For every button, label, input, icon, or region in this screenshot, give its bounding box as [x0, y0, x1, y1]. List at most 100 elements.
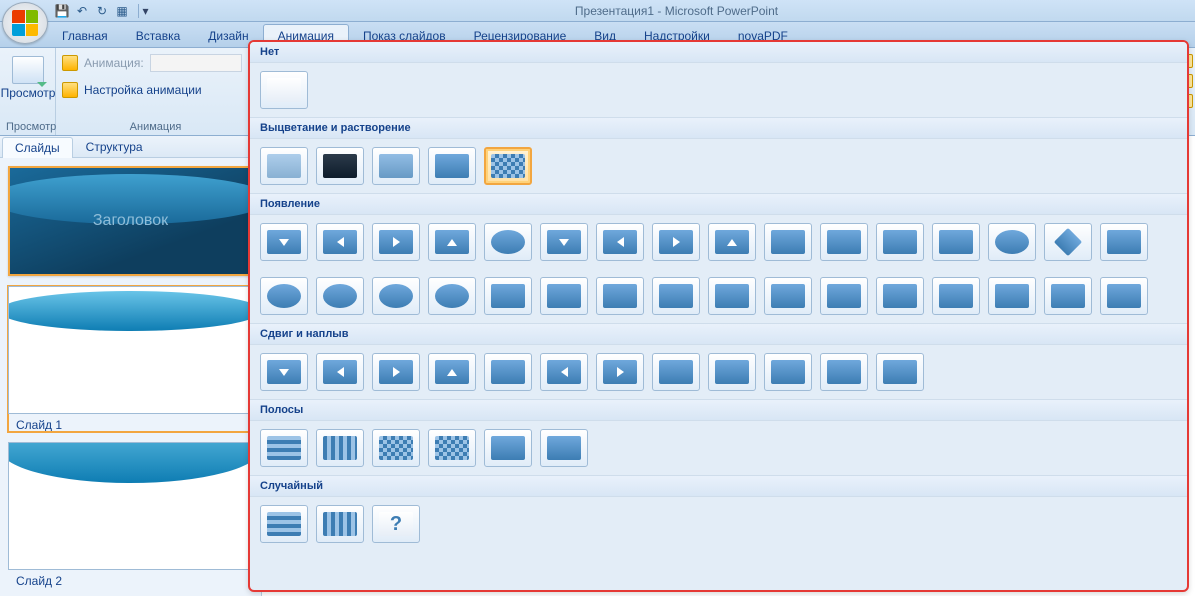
transition-split-v-out[interactable] [932, 223, 980, 261]
transition-comb-h[interactable] [1044, 277, 1092, 315]
panel-tab-outline[interactable]: Структура [73, 136, 156, 157]
group-preview: Просмотр Просмотр [0, 48, 56, 135]
slides-list[interactable]: Заголовок Слайд 1 Слайд 2 [0, 158, 261, 596]
group-animation: Анимация: Настройка анимации Анимация [56, 48, 256, 135]
section-fade-header: Выцветание и растворение [250, 117, 1187, 139]
transition-box-left[interactable] [596, 223, 644, 261]
transition-uncover-lu[interactable] [764, 277, 812, 315]
undo-icon[interactable]: ↶ [74, 3, 90, 19]
preview-button-label: Просмотр [1, 86, 56, 100]
transition-uncover-down[interactable] [484, 277, 532, 315]
transition-wheel-4[interactable] [372, 277, 420, 315]
transition-wheel-1[interactable] [484, 223, 532, 261]
section-push-header: Сдвиг и наплыв [250, 323, 1187, 345]
transition-checker-across[interactable] [372, 429, 420, 467]
transition-cover-rd[interactable] [820, 353, 868, 391]
tab-insert[interactable]: Вставка [122, 25, 195, 47]
slide-panel-tabs: Слайды Структура × [0, 136, 261, 158]
transition-box-up[interactable] [708, 223, 756, 261]
transition-cut-black[interactable] [428, 147, 476, 185]
section-random-header: Случайный [250, 475, 1187, 497]
transition-uncover-up[interactable] [652, 277, 700, 315]
editor-area: 6 Нет Выцветание и растворение [262, 136, 1195, 596]
preview-icon [12, 56, 44, 84]
transition-blinds-h[interactable] [932, 277, 980, 315]
transition-cover-ld[interactable] [708, 353, 756, 391]
transition-checker-down[interactable] [428, 429, 476, 467]
transition-cover-down[interactable] [484, 353, 532, 391]
transition-random[interactable]: ? [372, 505, 420, 543]
transition-wheel-2[interactable] [260, 277, 308, 315]
transition-wipe-up[interactable] [428, 223, 476, 261]
save-icon[interactable]: 💾 [54, 3, 70, 19]
panel-tab-slides[interactable]: Слайды [2, 137, 73, 158]
transition-box-in[interactable] [540, 223, 588, 261]
office-logo-icon [12, 10, 38, 36]
animate-select[interactable] [150, 54, 242, 72]
slide-title-text: Заголовок [93, 212, 168, 230]
slide-caption-1: Слайд 1 [8, 414, 253, 432]
transition-shape-circle[interactable] [988, 223, 1036, 261]
section-none-header: Нет [250, 42, 1187, 63]
slide-card-1[interactable]: Слайд 1 [8, 286, 253, 432]
transition-bars-v[interactable] [316, 429, 364, 467]
transition-push-left[interactable] [316, 353, 364, 391]
transition-blinds-v[interactable] [988, 277, 1036, 315]
transition-wheel-3[interactable] [316, 277, 364, 315]
transition-split-h-in[interactable] [764, 223, 812, 261]
transition-none[interactable] [260, 71, 308, 109]
transition-shape-diamond[interactable] [1044, 223, 1092, 261]
transition-uncover-right[interactable] [596, 277, 644, 315]
transition-box-right[interactable] [652, 223, 700, 261]
slide-card-2[interactable]: Слайд 2 [8, 442, 253, 588]
workspace: Слайды Структура × Заголовок Слайд 1 Сла… [0, 136, 1195, 596]
transition-cover-lu[interactable] [764, 353, 812, 391]
slide-caption-2: Слайд 2 [8, 570, 253, 588]
transition-uncover-left[interactable] [540, 277, 588, 315]
qat-customize-icon[interactable]: ▾ [138, 4, 152, 18]
animate-label: Анимация: [84, 56, 144, 70]
transition-wipe-right[interactable] [372, 223, 420, 261]
transition-wipe-down[interactable] [260, 223, 308, 261]
transition-split-h-out[interactable] [820, 223, 868, 261]
preview-button[interactable]: Просмотр [6, 52, 50, 104]
transition-split-v-in[interactable] [876, 223, 924, 261]
transition-cover-up[interactable] [652, 353, 700, 391]
transition-wheel-8[interactable] [428, 277, 476, 315]
transition-newsflash[interactable] [1100, 277, 1148, 315]
tab-home[interactable]: Главная [48, 25, 122, 47]
transition-bars-h[interactable] [260, 429, 308, 467]
section-wipe-header: Появление [250, 193, 1187, 215]
redo-icon[interactable]: ↻ [94, 3, 110, 19]
transition-uncover-ru[interactable] [876, 277, 924, 315]
transition-comb-h2[interactable] [484, 429, 532, 467]
custom-animation-button[interactable]: Настройка анимации [84, 83, 202, 97]
transition-uncover-rd[interactable] [820, 277, 868, 315]
transition-uncover-ld[interactable] [708, 277, 756, 315]
transition-fade-smooth[interactable] [260, 147, 308, 185]
transition-random-bars-h[interactable] [260, 505, 308, 543]
transition-shape-plus[interactable] [1100, 223, 1148, 261]
new-slide-icon[interactable]: ▦ [114, 3, 130, 19]
quick-access-toolbar: 💾 ↶ ↻ ▦ ▾ [48, 0, 158, 21]
transition-cover-ru[interactable] [876, 353, 924, 391]
transition-fade-black[interactable] [316, 147, 364, 185]
office-button[interactable] [2, 2, 48, 44]
transition-cut[interactable] [372, 147, 420, 185]
transition-random-bars-v[interactable] [316, 505, 364, 543]
slide-thumb-current[interactable]: Заголовок [8, 166, 253, 276]
animate-icon [62, 55, 78, 71]
transition-push-right[interactable] [372, 353, 420, 391]
transition-cover-left[interactable] [540, 353, 588, 391]
window-title: Презентация1 - Microsoft PowerPoint [158, 4, 1195, 18]
transition-gallery-popup[interactable]: Нет Выцветание и растворение Появление [248, 40, 1189, 592]
slide-panel: Слайды Структура × Заголовок Слайд 1 Сла… [0, 136, 262, 596]
transition-dissolve[interactable] [484, 147, 532, 185]
title-bar: 💾 ↶ ↻ ▦ ▾ Презентация1 - Microsoft Power… [0, 0, 1195, 22]
transition-push-up[interactable] [428, 353, 476, 391]
transition-push-down[interactable] [260, 353, 308, 391]
group-animation-label: Анимация [62, 119, 249, 133]
transition-cover-right[interactable] [596, 353, 644, 391]
transition-wipe-left[interactable] [316, 223, 364, 261]
transition-comb-v[interactable] [540, 429, 588, 467]
